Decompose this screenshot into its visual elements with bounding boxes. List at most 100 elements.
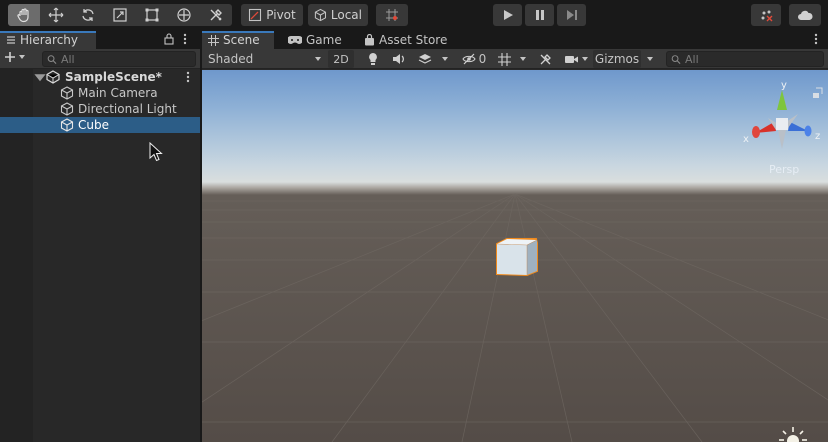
collab-button[interactable]	[751, 4, 781, 26]
hand-tool-button[interactable]	[8, 4, 40, 26]
eye-hidden-icon	[462, 53, 476, 65]
grid-dropdown[interactable]	[516, 50, 530, 68]
cloud-button[interactable]	[789, 4, 821, 26]
selected-cube-object[interactable]	[495, 237, 539, 277]
lock-icon[interactable]	[164, 33, 174, 48]
mode-2d-toggle[interactable]: 2D	[328, 50, 354, 68]
transform-tool-button[interactable]	[168, 4, 200, 26]
tree-item-label: Main Camera	[78, 86, 158, 100]
step-button[interactable]	[557, 4, 586, 26]
projection-label[interactable]: Persp	[769, 163, 799, 176]
pivot-icon	[249, 8, 262, 22]
scale-icon	[113, 8, 127, 22]
scene-kebab-menu-icon[interactable]	[813, 33, 819, 48]
scene-toolbar: Shaded 2D 0 Gizmos All	[202, 49, 828, 69]
scene-row[interactable]: SampleScene*	[0, 69, 200, 85]
scene-tools-button[interactable]	[534, 50, 556, 68]
main-toolbar: Pivot Local	[0, 0, 828, 31]
tree-item-cube[interactable]: Cube	[0, 117, 200, 133]
chevron-down-icon	[442, 57, 448, 61]
tab-scene-label: Scene	[223, 33, 260, 47]
shading-mode-value: Shaded	[208, 52, 254, 66]
tab-hierarchy[interactable]: Hierarchy	[0, 31, 96, 49]
speaker-icon	[393, 54, 404, 64]
tools-icon	[210, 9, 222, 21]
hand-icon	[17, 8, 29, 23]
scene-search[interactable]	[666, 51, 824, 67]
move-icon	[48, 7, 64, 23]
rect-tool-button[interactable]	[136, 4, 168, 26]
gizmo-y-axis[interactable]	[777, 90, 787, 110]
gizmo-z-label: z	[815, 131, 820, 142]
gizmos-label: Gizmos	[594, 52, 640, 66]
chevron-down-icon	[520, 57, 526, 61]
kebab-menu-icon[interactable]	[182, 33, 188, 48]
step-icon	[566, 10, 577, 20]
play-icon	[503, 10, 513, 20]
gizmo-y-label: y	[781, 80, 787, 91]
bag-icon	[365, 34, 374, 46]
layers-icon	[418, 54, 432, 64]
chevron-down-icon	[582, 57, 588, 61]
directional-light-icon[interactable]	[778, 425, 808, 442]
create-button[interactable]	[4, 51, 26, 63]
lightbulb-icon	[369, 53, 377, 65]
search-icon	[47, 54, 57, 64]
gizmo-x-label: x	[743, 134, 749, 145]
mode-2d-label: 2D	[333, 52, 349, 66]
audio-toggle[interactable]	[388, 50, 410, 68]
shading-mode-dropdown[interactable]: Shaded	[206, 50, 324, 68]
tree-item-main-camera[interactable]: Main Camera	[0, 85, 200, 101]
list-icon	[7, 36, 15, 44]
scene-visibility-toggle[interactable]: 0	[458, 50, 490, 68]
gamepad-icon	[288, 36, 302, 44]
unity-scene-icon	[46, 70, 60, 84]
tab-asset-store-label: Asset Store	[379, 33, 448, 47]
hierarchy-search[interactable]	[42, 51, 196, 67]
scale-tool-button[interactable]	[104, 4, 136, 26]
move-tool-button[interactable]	[40, 4, 72, 26]
grid-toggle[interactable]	[494, 50, 514, 68]
grid-snap-button[interactable]	[376, 4, 408, 26]
grid-icon	[497, 52, 511, 66]
grid-icon	[208, 34, 219, 46]
expand-arrow-icon[interactable]	[33, 70, 47, 84]
tree-item-directional-light[interactable]: Directional Light	[0, 101, 200, 117]
gizmos-dropdown[interactable]	[643, 50, 657, 68]
tab-scene[interactable]: Scene	[202, 31, 274, 49]
scene-viewport[interactable]: y x z Persp	[202, 70, 828, 442]
camera-icon	[564, 55, 578, 63]
cloud-icon	[798, 10, 813, 20]
play-button[interactable]	[493, 4, 522, 26]
hierarchy-toolbar	[0, 49, 200, 69]
transform-tools-group	[8, 4, 232, 26]
pivot-toggle[interactable]: Pivot	[241, 4, 303, 26]
pivot-label: Pivot	[266, 8, 296, 22]
pause-button[interactable]	[525, 4, 554, 26]
rect-icon	[145, 8, 159, 22]
orientation-gizmo[interactable]: y x z	[738, 78, 826, 158]
rotate-tool-button[interactable]	[72, 4, 104, 26]
effects-dropdown[interactable]	[438, 50, 452, 68]
plus-icon	[5, 52, 15, 62]
local-toggle[interactable]: Local	[308, 4, 368, 26]
tab-game[interactable]: Game	[282, 31, 348, 49]
gizmos-toggle[interactable]: Gizmos	[593, 50, 641, 68]
gameobject-cube-icon	[60, 86, 74, 100]
scene-panel: Scene Game Asset Store Shaded 2D 0 Gizmo…	[202, 31, 828, 442]
local-cube-icon	[314, 8, 327, 22]
camera-dropdown[interactable]	[578, 50, 592, 68]
scene-tabbar: Scene Game Asset Store	[202, 31, 828, 49]
gizmo-center-cube[interactable]	[776, 118, 788, 130]
tree-item-label: Directional Light	[78, 102, 177, 116]
gizmo-neg-y-axis[interactable]	[778, 130, 786, 149]
effects-toggle[interactable]	[414, 50, 436, 68]
gameobject-cube-icon	[60, 118, 74, 132]
tab-asset-store[interactable]: Asset Store	[358, 31, 453, 49]
hierarchy-search-input[interactable]	[60, 52, 195, 66]
custom-tool-button[interactable]	[200, 4, 232, 26]
scene-menu-icon[interactable]	[185, 71, 191, 83]
scene-search-input[interactable]	[684, 52, 823, 66]
pause-icon	[535, 10, 544, 20]
lighting-toggle[interactable]	[362, 50, 384, 68]
